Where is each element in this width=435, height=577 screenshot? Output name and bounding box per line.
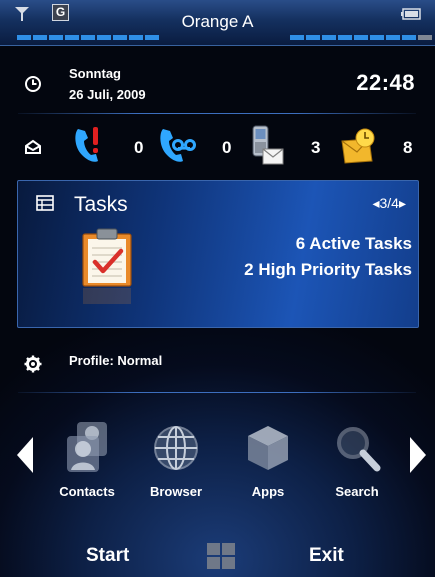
app-search[interactable]: Search: [317, 418, 397, 508]
email-count: 8: [403, 138, 413, 157]
voicemail-icon[interactable]: [157, 125, 197, 165]
voicemail-count: 0: [222, 138, 232, 157]
tasks-icon: [36, 195, 54, 211]
signal-strength-bars: [17, 35, 159, 41]
profile-label: Profile: Normal: [69, 353, 163, 368]
missed-call-count: 0: [134, 138, 144, 157]
divider: [18, 113, 416, 114]
softkey-bar: Start Exit: [0, 533, 435, 577]
app-label: Apps: [251, 484, 285, 499]
tasks-pager[interactable]: ◂3/4▸: [372, 195, 406, 212]
sms-icon[interactable]: [249, 125, 285, 169]
app-label: Browser: [149, 484, 203, 499]
tasks-title: Tasks: [74, 193, 128, 216]
carrier-name: Orange A: [181, 12, 254, 31]
date-time-row[interactable]: Sonntag 26 Juli, 2009 22:48: [0, 60, 435, 110]
scroll-left-arrow-icon[interactable]: [15, 436, 35, 474]
notifications-row: 0 0 3 8: [0, 121, 435, 171]
clock-time: 22:48: [356, 70, 415, 95]
inbox-icon: [25, 139, 41, 154]
app-contacts[interactable]: Contacts: [47, 418, 127, 508]
high-priority-tasks-label: 2 High Priority Tasks: [244, 260, 412, 279]
app-browser[interactable]: Browser: [136, 418, 216, 508]
sms-count: 3: [311, 138, 321, 157]
battery-icon[interactable]: [401, 8, 421, 20]
missed-call-icon[interactable]: [72, 125, 106, 165]
battery-level-bars: [290, 35, 432, 41]
date-label: 26 Juli, 2009: [69, 87, 146, 102]
contacts-icon: [67, 422, 107, 472]
email-icon[interactable]: [339, 125, 377, 165]
clock-icon: [25, 76, 41, 92]
clipboard-icon: [82, 228, 132, 304]
weekday-label: Sonntag: [69, 66, 121, 81]
status-bar: G Orange A: [0, 0, 435, 46]
tasks-panel[interactable]: Tasks ◂3/4▸ 6 Active Tasks 2 High Priori…: [17, 180, 419, 328]
app-label: Contacts: [59, 484, 115, 499]
active-tasks-label: 6 Active Tasks: [295, 234, 412, 253]
today-screen: G Orange A Sonntag 26 Juli, 2009 22:48 0…: [0, 0, 435, 577]
keyboard-grid-icon[interactable]: [206, 542, 236, 570]
start-softkey[interactable]: Start: [86, 545, 129, 567]
divider: [18, 392, 416, 393]
scroll-right-arrow-icon[interactable]: [408, 436, 428, 474]
exit-softkey[interactable]: Exit: [309, 545, 344, 567]
cube-icon: [248, 426, 288, 470]
gear-icon: [24, 355, 42, 373]
globe-icon: [154, 426, 198, 470]
profile-row[interactable]: Profile: Normal: [0, 343, 435, 383]
app-apps[interactable]: Apps: [228, 418, 308, 508]
magnifier-icon: [337, 427, 381, 472]
app-label: Search: [335, 484, 379, 499]
